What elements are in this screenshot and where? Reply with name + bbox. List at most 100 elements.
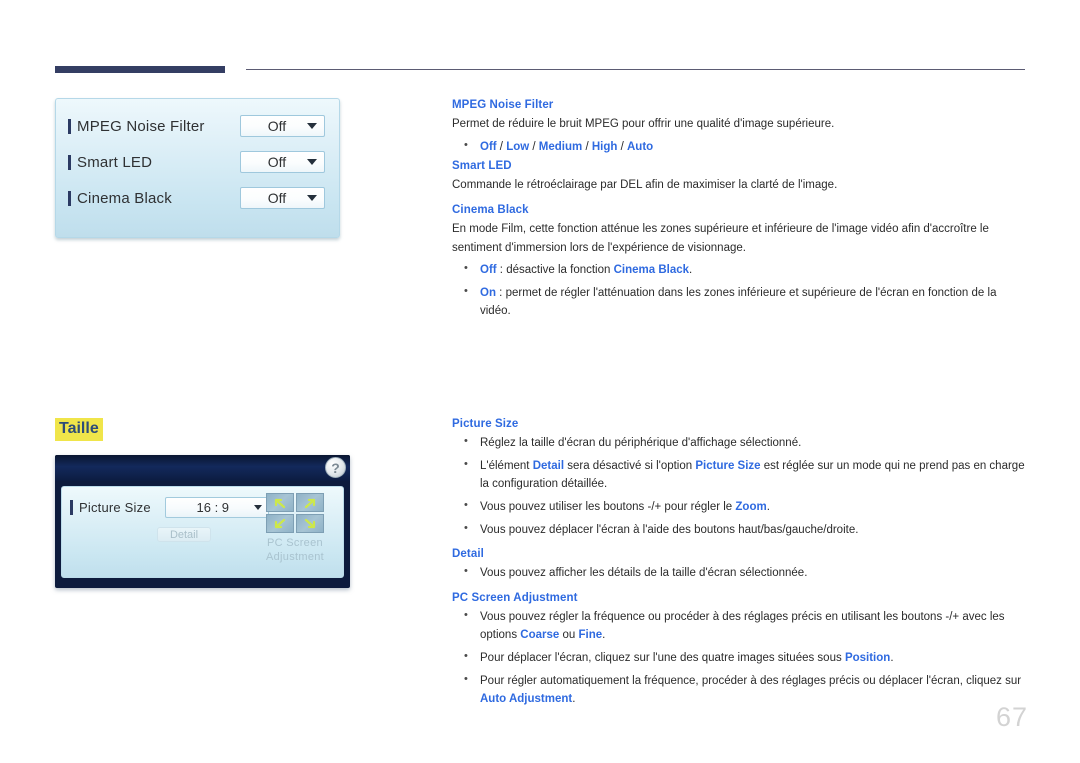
- doc-column-top: MPEG Noise Filter Permet de réduire le b…: [452, 99, 1030, 325]
- arrow-down-left-icon[interactable]: [266, 514, 294, 533]
- doc-column-bottom: Picture Size Réglez la taille d'écran du…: [452, 418, 1030, 713]
- list-item: Réglez la taille d'écran du périphérique…: [452, 433, 1030, 453]
- osd-label-picture-size: Picture Size: [79, 500, 151, 515]
- text: .: [766, 500, 770, 513]
- text: sera désactivé si l'option: [564, 459, 696, 472]
- doc-bullets-detail: Vous pouvez afficher les détails de la t…: [452, 563, 1030, 583]
- header-rule: [55, 66, 1025, 76]
- header-rule-thick-bar: [55, 66, 225, 73]
- list-item: Vous pouvez afficher les détails de la t…: [452, 563, 1030, 583]
- list-item: Off / Low / Medium / High / Auto: [452, 137, 1030, 157]
- option-separator: /: [582, 140, 592, 153]
- bullet-marker-icon: [68, 190, 71, 206]
- osd-dropdown-value-smart-led: Off: [267, 154, 287, 170]
- osd-picture-size-panel: ? Picture Size 16 : 9 Detail PC Screen A…: [55, 455, 350, 588]
- bullet-marker-icon: [68, 118, 71, 134]
- help-icon[interactable]: ?: [325, 457, 346, 478]
- list-item: Vous pouvez déplacer l'écran à l'aide de…: [452, 520, 1030, 540]
- list-item: Pour régler automatiquement la fréquence…: [452, 671, 1030, 709]
- option-low: Low: [506, 140, 530, 153]
- ref-zoom: Zoom: [735, 500, 767, 513]
- text: ou: [559, 629, 579, 642]
- text: .: [572, 693, 576, 706]
- detail-button[interactable]: Detail: [157, 527, 211, 542]
- section-heading-taille: Taille: [55, 418, 103, 441]
- pc-screen-adjustment-label: PC Screen Adjustment: [265, 537, 325, 563]
- osd-label-mpeg-noise-filter: MPEG Noise Filter: [77, 117, 205, 135]
- text: Vous pouvez utiliser les boutons -/+ pou…: [480, 500, 736, 513]
- osd-dropdown-cinema-black[interactable]: Off: [240, 187, 325, 209]
- doc-heading-mpeg-noise-filter: MPEG Noise Filter: [452, 99, 554, 111]
- option-auto: Auto: [627, 140, 654, 153]
- text: Pour régler automatiquement la fréquence…: [480, 674, 1022, 687]
- osd-dropdown-value-cinema-black: Off: [267, 190, 287, 206]
- osd-label-smart-led: Smart LED: [77, 153, 153, 171]
- text: L'élément: [480, 459, 533, 472]
- option-separator: /: [529, 140, 539, 153]
- osd-row-smart-led[interactable]: Smart LED Off: [68, 145, 325, 179]
- arrow-up-right-icon[interactable]: [296, 493, 324, 512]
- text: Vous pouvez afficher les détails de la t…: [480, 567, 808, 580]
- doc-heading-cinema-black: Cinema Black: [452, 203, 529, 216]
- chevron-down-icon: [307, 123, 317, 129]
- osd-title-bar: ?: [55, 455, 350, 481]
- ref-fine: Fine: [578, 629, 603, 642]
- list-item: Vous pouvez utiliser les boutons -/+ pou…: [452, 497, 1030, 517]
- osd-dropdown-picture-size[interactable]: 16 : 9: [164, 497, 269, 518]
- option-separator: /: [496, 140, 507, 153]
- chevron-down-icon: [307, 195, 317, 201]
- list-item: L'élément Detail sera désactivé si l'opt…: [452, 456, 1030, 494]
- doc-bullets-pc-screen-adjustment: Vous pouvez régler la fréquence ou procé…: [452, 607, 1030, 709]
- text: .: [689, 264, 693, 277]
- osd-dropdown-value-picture-size: 16 : 9: [196, 500, 230, 515]
- ref-auto-adjustment: Auto Adjustment: [480, 693, 573, 706]
- option-separator: /: [617, 140, 627, 153]
- arrow-up-left-icon[interactable]: [266, 493, 294, 512]
- osd-label-cinema-black: Cinema Black: [77, 189, 172, 207]
- osd-picture-size-body: Picture Size 16 : 9 Detail PC Screen Adj…: [61, 486, 344, 578]
- doc-heading-pc-screen-adjustment: PC Screen Adjustment: [452, 591, 578, 604]
- ref-position: Position: [844, 652, 891, 664]
- doc-paragraph-cinema-black: En mode Film, cette fonction atténue les…: [452, 222, 989, 254]
- text: : permet de régler l'atténuation dans le…: [480, 286, 997, 318]
- position-arrow-grid[interactable]: [266, 493, 324, 533]
- doc-heading-detail: Detail: [452, 548, 484, 561]
- osd-row-picture-size[interactable]: Picture Size 16 : 9: [70, 497, 269, 518]
- text: : désactive la fonction: [496, 264, 614, 277]
- bullet-marker-icon: [70, 500, 73, 515]
- text: .: [890, 652, 894, 664]
- text: .: [602, 629, 606, 642]
- osd-dropdown-smart-led[interactable]: Off: [240, 151, 325, 173]
- list-item: Vous pouvez régler la fréquence ou procé…: [452, 607, 1030, 645]
- doc-heading-picture-size: Picture Size: [452, 418, 519, 430]
- list-item: Off : désactive la fonction Cinema Black…: [452, 260, 1030, 280]
- option-off: Off: [480, 140, 497, 153]
- bullet-marker-icon: [68, 154, 71, 170]
- osd-dropdown-value-mpeg-noise-filter: Off: [267, 118, 287, 134]
- doc-paragraph-mpeg-noise-filter: Permet de réduire le bruit MPEG pour off…: [452, 118, 835, 130]
- osd-row-mpeg-noise-filter[interactable]: MPEG Noise Filter Off: [68, 109, 325, 143]
- list-item: Pour déplacer l'écran, cliquez sur l'une…: [452, 648, 1030, 668]
- ref-coarse: Coarse: [520, 629, 560, 642]
- header-rule-thin-line: [246, 69, 1025, 70]
- option-on: On: [480, 286, 496, 299]
- text: Pour déplacer l'écran, cliquez sur l'une…: [480, 652, 845, 664]
- ref-detail: Detail: [532, 459, 565, 472]
- option-high: High: [591, 140, 618, 153]
- list-item: On : permet de régler l'atténuation dans…: [452, 283, 1030, 321]
- text: Réglez la taille d'écran du périphérique…: [480, 437, 802, 449]
- doc-paragraph-smart-led: Commande le rétroéclairage par DEL afin …: [452, 179, 838, 192]
- doc-bullets-cinema-black: Off : désactive la fonction Cinema Black…: [452, 260, 1030, 321]
- option-off: Off: [480, 264, 497, 277]
- osd-picture-options-panel: MPEG Noise Filter Off Smart LED Off Cine…: [55, 98, 340, 238]
- osd-dropdown-mpeg-noise-filter[interactable]: Off: [240, 115, 325, 137]
- osd-row-cinema-black[interactable]: Cinema Black Off: [68, 181, 325, 215]
- page-number: 67: [995, 702, 1028, 732]
- doc-heading-smart-led: Smart LED: [452, 160, 512, 173]
- pc-screen-adjustment-group[interactable]: PC Screen Adjustment: [256, 493, 334, 565]
- option-medium: Medium: [538, 140, 583, 153]
- doc-bullets-mpeg-noise-filter: Off / Low / Medium / High / Auto: [452, 137, 1030, 157]
- arrow-down-right-icon[interactable]: [296, 514, 324, 533]
- ref-cinema-black: Cinema Black: [613, 264, 690, 277]
- chevron-down-icon: [307, 159, 317, 165]
